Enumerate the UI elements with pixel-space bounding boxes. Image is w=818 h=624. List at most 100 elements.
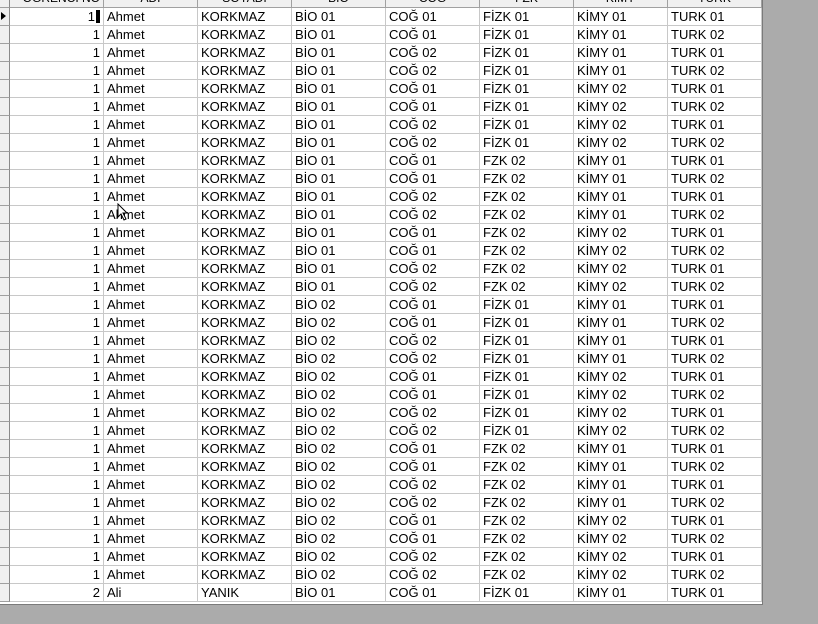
cell-soyadi[interactable]: YANIK bbox=[198, 584, 292, 602]
row-indicator[interactable] bbox=[0, 548, 10, 566]
cell-cog[interactable]: COĞ 02 bbox=[386, 134, 480, 152]
cell-turk[interactable]: TURK 01 bbox=[668, 116, 762, 134]
cell-soyadi[interactable]: KORKMAZ bbox=[198, 386, 292, 404]
cell-kimy[interactable]: KİMY 01 bbox=[574, 62, 668, 80]
cell-bio[interactable]: BİO 01 bbox=[292, 260, 386, 278]
row-indicator[interactable] bbox=[0, 242, 10, 260]
cell-cog[interactable]: COĞ 01 bbox=[386, 368, 480, 386]
cell-fzk[interactable]: FİZK 01 bbox=[480, 44, 574, 62]
row-indicator[interactable] bbox=[0, 296, 10, 314]
cell-adi[interactable]: Ahmet bbox=[104, 548, 198, 566]
cell-kimy[interactable]: KİMY 01 bbox=[574, 8, 668, 26]
cell-bio[interactable]: BİO 02 bbox=[292, 422, 386, 440]
cell-cog[interactable]: COĞ 02 bbox=[386, 332, 480, 350]
cell-ogrenci-no[interactable]: 1 bbox=[10, 476, 104, 494]
cell-soyadi[interactable]: KORKMAZ bbox=[198, 296, 292, 314]
cell-soyadi[interactable]: KORKMAZ bbox=[198, 512, 292, 530]
cell-adi[interactable]: Ahmet bbox=[104, 296, 198, 314]
cell-kimy[interactable]: KİMY 01 bbox=[574, 440, 668, 458]
table-row[interactable]: 1 Ahmet KORKMAZ BİO 01 COĞ 01 FİZK 01 KİMY 01 T… bbox=[0, 8, 762, 26]
cell-adi[interactable]: Ahmet bbox=[104, 260, 198, 278]
cell-fzk[interactable]: FZK 02 bbox=[480, 476, 574, 494]
cell-cog[interactable]: COĞ 01 bbox=[386, 242, 480, 260]
cell-turk[interactable]: TURK 02 bbox=[668, 134, 762, 152]
cell-soyadi[interactable]: KORKMAZ bbox=[198, 8, 292, 26]
row-indicator[interactable] bbox=[0, 350, 10, 368]
cell-ogrenci-no[interactable]: 1 bbox=[10, 152, 104, 170]
cell-fzk[interactable]: FZK 02 bbox=[480, 566, 574, 584]
row-indicator[interactable] bbox=[0, 152, 10, 170]
cell-cog[interactable]: COĞ 01 bbox=[386, 224, 480, 242]
cell-bio[interactable]: BİO 02 bbox=[292, 476, 386, 494]
column-header-bio[interactable]: BİO bbox=[292, 0, 386, 8]
row-indicator[interactable] bbox=[0, 260, 10, 278]
cell-fzk[interactable]: FZK 02 bbox=[480, 278, 574, 296]
cell-adi[interactable]: Ahmet bbox=[104, 458, 198, 476]
cell-ogrenci-no[interactable]: 1 bbox=[10, 404, 104, 422]
row-indicator[interactable] bbox=[0, 224, 10, 242]
cell-ogrenci-no[interactable]: 1 bbox=[10, 314, 104, 332]
cell-turk[interactable]: TURK 02 bbox=[668, 170, 762, 188]
cell-fzk[interactable]: FİZK 01 bbox=[480, 26, 574, 44]
cell-turk[interactable]: TURK 01 bbox=[668, 260, 762, 278]
cell-soyadi[interactable]: KORKMAZ bbox=[198, 44, 292, 62]
cell-bio[interactable]: BİO 01 bbox=[292, 80, 386, 98]
cell-soyadi[interactable]: KORKMAZ bbox=[198, 422, 292, 440]
cell-adi[interactable]: Ahmet bbox=[104, 350, 198, 368]
cell-ogrenci-no[interactable]: 1 bbox=[10, 350, 104, 368]
cell-turk[interactable]: TURK 01 bbox=[668, 8, 762, 26]
cell-kimy[interactable]: KİMY 01 bbox=[574, 296, 668, 314]
cell-kimy[interactable]: KİMY 01 bbox=[574, 188, 668, 206]
cell-ogrenci-no[interactable]: 1 bbox=[10, 368, 104, 386]
cell-turk[interactable]: TURK 01 bbox=[668, 80, 762, 98]
cell-kimy[interactable]: KİMY 02 bbox=[574, 98, 668, 116]
cell-kimy[interactable]: KİMY 02 bbox=[574, 566, 668, 584]
cell-ogrenci-no[interactable]: 1 bbox=[10, 62, 104, 80]
table-row[interactable]: 1 Ahmet KORKMAZ BİO 01 COĞ 02 FZK 02 KİMY 02 TU… bbox=[0, 260, 762, 278]
cell-bio[interactable]: BİO 02 bbox=[292, 440, 386, 458]
cell-adi[interactable]: Ahmet bbox=[104, 566, 198, 584]
cell-adi[interactable]: Ahmet bbox=[104, 278, 198, 296]
cell-soyadi[interactable]: KORKMAZ bbox=[198, 458, 292, 476]
cell-fzk[interactable]: FZK 02 bbox=[480, 458, 574, 476]
cell-cog[interactable]: COĞ 02 bbox=[386, 44, 480, 62]
cell-fzk[interactable]: FZK 02 bbox=[480, 170, 574, 188]
cell-fzk[interactable]: FZK 02 bbox=[480, 260, 574, 278]
cell-adi[interactable]: Ahmet bbox=[104, 386, 198, 404]
cell-bio[interactable]: BİO 01 bbox=[292, 62, 386, 80]
column-header-kimy[interactable]: KİMY bbox=[574, 0, 668, 8]
table-row[interactable]: 2 Ali YANIK BİO 01 COĞ 01 FİZK 01 KİMY 01 TURK … bbox=[0, 584, 762, 602]
cell-turk[interactable]: TURK 02 bbox=[668, 386, 762, 404]
cell-ogrenci-no[interactable]: 1 bbox=[10, 188, 104, 206]
cell-bio[interactable]: BİO 01 bbox=[292, 242, 386, 260]
cell-kimy[interactable]: KİMY 01 bbox=[574, 314, 668, 332]
cell-cog[interactable]: COĞ 01 bbox=[386, 530, 480, 548]
cell-cog[interactable]: COĞ 02 bbox=[386, 116, 480, 134]
cell-ogrenci-no[interactable]: 1 bbox=[10, 242, 104, 260]
column-header-turk[interactable]: TURK bbox=[668, 0, 762, 8]
cell-fzk[interactable]: FİZK 01 bbox=[480, 98, 574, 116]
cell-bio[interactable]: BİO 02 bbox=[292, 512, 386, 530]
cell-bio[interactable]: BİO 02 bbox=[292, 404, 386, 422]
cell-ogrenci-no[interactable]: 1 bbox=[10, 170, 104, 188]
cell-turk[interactable]: TURK 02 bbox=[668, 206, 762, 224]
cell-bio[interactable]: BİO 01 bbox=[292, 170, 386, 188]
cell-fzk[interactable]: FİZK 01 bbox=[480, 8, 574, 26]
cell-soyadi[interactable]: KORKMAZ bbox=[198, 206, 292, 224]
cell-ogrenci-no[interactable]: 1 bbox=[10, 224, 104, 242]
cell-ogrenci-no[interactable]: 1 bbox=[10, 512, 104, 530]
cell-turk[interactable]: TURK 02 bbox=[668, 98, 762, 116]
column-header-soyadi[interactable]: SOYADI bbox=[198, 0, 292, 8]
cell-fzk[interactable]: FZK 02 bbox=[480, 206, 574, 224]
table-row[interactable]: 1 Ahmet KORKMAZ BİO 02 COĞ 01 FİZK 01 KİMY 02 T… bbox=[0, 386, 762, 404]
cell-adi[interactable]: Ahmet bbox=[104, 476, 198, 494]
table-row[interactable]: 1 Ahmet KORKMAZ BİO 01 COĞ 02 FİZK 01 KİMY 02 T… bbox=[0, 116, 762, 134]
cell-soyadi[interactable]: KORKMAZ bbox=[198, 530, 292, 548]
row-indicator[interactable] bbox=[0, 404, 10, 422]
cell-bio[interactable]: BİO 01 bbox=[292, 8, 386, 26]
cell-soyadi[interactable]: KORKMAZ bbox=[198, 314, 292, 332]
cell-bio[interactable]: BİO 01 bbox=[292, 44, 386, 62]
cell-kimy[interactable]: KİMY 02 bbox=[574, 134, 668, 152]
cell-turk[interactable]: TURK 01 bbox=[668, 584, 762, 602]
table-row[interactable]: 1 Ahmet KORKMAZ BİO 01 COĞ 02 FİZK 01 KİMY 01 T… bbox=[0, 44, 762, 62]
